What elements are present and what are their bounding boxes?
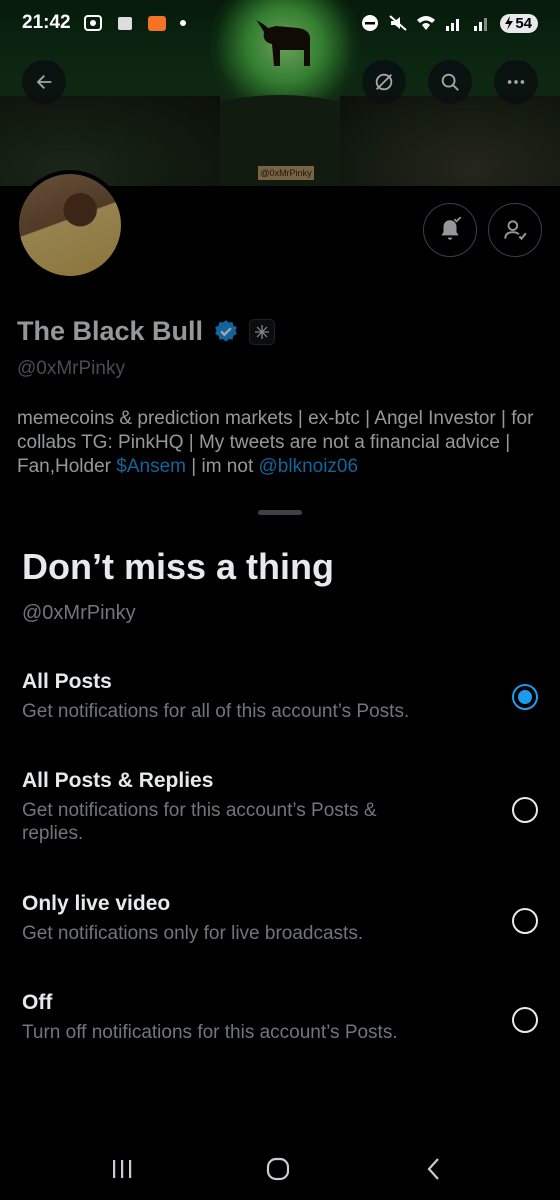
- recent-apps-icon: [113, 1160, 132, 1178]
- home-button[interactable]: [258, 1152, 298, 1186]
- charging-icon: [505, 16, 514, 30]
- status-time: 21:42: [22, 12, 71, 33]
- signal-2-icon: [474, 18, 488, 31]
- option-only-live-video[interactable]: Only live video Get notifications only f…: [22, 892, 538, 945]
- sheet-title: Don’t miss a thing: [22, 546, 335, 587]
- sheet-grabber[interactable]: [258, 510, 302, 515]
- system-nav-bar: [0, 1138, 560, 1200]
- dot-icon: [179, 20, 186, 26]
- radio-unselected[interactable]: [512, 797, 538, 823]
- option-title: Off: [22, 991, 53, 1014]
- back-nav-button[interactable]: [414, 1152, 454, 1186]
- battery-level: 54: [515, 14, 532, 32]
- option-description: Get notifications only for live broadcas…: [22, 923, 364, 944]
- option-description: Get notifications for this account’s Pos…: [22, 800, 377, 844]
- option-all-posts-replies[interactable]: All Posts & Replies Get notifications fo…: [22, 769, 538, 845]
- signal-icon: [446, 19, 460, 31]
- notification-settings-sheet: Don’t miss a thing @0xMrPinky All Posts …: [0, 498, 560, 1200]
- sheet-handle: @0xMrPinky: [22, 602, 136, 624]
- radio-unselected[interactable]: [512, 908, 538, 934]
- option-off[interactable]: Off Turn off notifications for this acco…: [22, 991, 538, 1044]
- wifi-icon: [417, 16, 436, 30]
- mute-icon: [389, 15, 407, 31]
- home-icon: [266, 1157, 290, 1181]
- chevron-left-icon: [427, 1158, 439, 1180]
- temu-icon: [147, 16, 166, 31]
- screenshot-icon: [83, 15, 102, 31]
- do-not-disturb-icon: [362, 15, 379, 31]
- option-description: Get notifications for all of this accoun…: [22, 701, 410, 722]
- option-description: Turn off notifications for this account’…: [22, 1022, 398, 1043]
- recent-apps-button[interactable]: [102, 1152, 142, 1186]
- sheet-backdrop[interactable]: [0, 0, 560, 500]
- status-bar: 21:42 54: [0, 0, 560, 46]
- battery-indicator: 54: [500, 13, 538, 33]
- radio-selected[interactable]: [512, 684, 538, 710]
- radio-unselected[interactable]: [512, 1007, 538, 1033]
- option-all-posts[interactable]: All Posts Get notifications for all of t…: [22, 670, 538, 723]
- option-title: Only live video: [22, 892, 171, 915]
- app-notification-icon: [117, 17, 132, 30]
- option-title: All Posts: [22, 670, 112, 693]
- option-title: All Posts & Replies: [22, 769, 214, 792]
